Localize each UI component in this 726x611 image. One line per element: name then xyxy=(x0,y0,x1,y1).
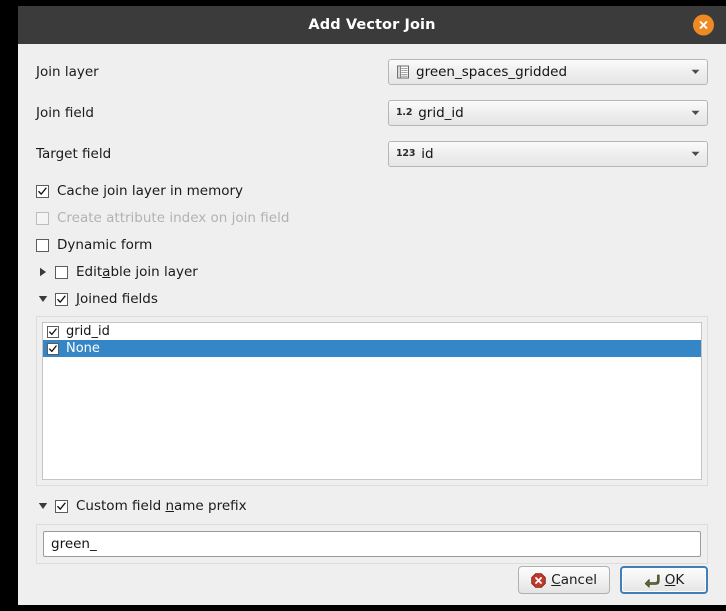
chevron-down-icon[interactable] xyxy=(683,101,707,125)
joined-fields-list[interactable]: grid_id None xyxy=(42,322,702,480)
join-field-label: Join field xyxy=(36,104,94,121)
ok-button[interactable]: OK xyxy=(620,566,708,594)
list-item-label: None xyxy=(66,341,100,356)
joined-fields-label: Joined fields xyxy=(76,291,158,307)
close-icon[interactable] xyxy=(693,14,714,36)
vector-layer-icon xyxy=(397,65,409,78)
add-vector-join-dialog: Add Vector Join Join layer green_spaces_… xyxy=(18,6,726,605)
joined-fields-panel: grid_id None xyxy=(36,316,708,486)
list-item-checkbox[interactable] xyxy=(47,342,59,355)
field-type-integer-icon: 123 xyxy=(396,147,416,159)
join-layer-label: Join layer xyxy=(36,63,99,80)
create-attribute-index-checkbox xyxy=(36,211,49,225)
dialog-button-bar: Cancel OK xyxy=(518,566,708,594)
join-layer-value: green_spaces_gridded xyxy=(416,63,568,80)
editable-join-layer-row: Editable join layer xyxy=(36,261,708,283)
target-field-value: id xyxy=(421,145,434,162)
cancel-button-label: Cancel xyxy=(551,572,597,588)
ok-button-label: OK xyxy=(664,572,685,588)
target-field-combobox[interactable]: 123 id xyxy=(388,140,708,167)
cancel-icon xyxy=(531,572,547,588)
list-item-checkbox[interactable] xyxy=(47,325,59,338)
custom-prefix-panel xyxy=(36,524,708,564)
target-field-label: Target field xyxy=(36,145,112,162)
cancel-button[interactable]: Cancel xyxy=(518,566,610,594)
target-field-row: Target field 123 id xyxy=(36,138,708,169)
join-layer-combobox[interactable]: green_spaces_gridded xyxy=(388,58,708,85)
editable-join-layer-checkbox[interactable] xyxy=(55,265,68,279)
custom-prefix-label: Custom field name prefix xyxy=(76,498,247,514)
expander-collapsed-icon[interactable] xyxy=(36,267,49,277)
joined-fields-checkbox[interactable] xyxy=(55,292,68,306)
create-attribute-index-label: Create attribute index on join field xyxy=(57,210,290,226)
cache-join-layer-row: Cache join layer in memory xyxy=(36,180,708,202)
chevron-down-icon[interactable] xyxy=(683,60,707,84)
dynamic-form-checkbox[interactable] xyxy=(36,238,49,252)
field-type-decimal-icon: 1.2 xyxy=(396,106,413,118)
join-field-combobox[interactable]: 1.2 grid_id xyxy=(388,99,708,126)
dynamic-form-label: Dynamic form xyxy=(57,237,153,253)
join-field-value: grid_id xyxy=(418,104,464,121)
list-item-label: grid_id xyxy=(66,324,110,339)
chevron-down-icon[interactable] xyxy=(683,142,707,166)
expander-expanded-icon[interactable] xyxy=(36,295,49,303)
dialog-title: Add Vector Join xyxy=(308,17,436,33)
ok-arrow-icon xyxy=(644,574,660,588)
list-item[interactable]: None xyxy=(43,340,701,357)
cache-join-layer-checkbox[interactable] xyxy=(36,184,49,198)
joined-fields-row: Joined fields xyxy=(36,288,708,310)
dialog-body: Join layer green_spaces_gridded Join fie… xyxy=(18,44,726,605)
list-item[interactable]: grid_id xyxy=(43,323,701,340)
custom-prefix-checkbox[interactable] xyxy=(55,499,68,513)
editable-join-layer-label: Editable join layer xyxy=(76,264,198,280)
custom-prefix-input[interactable] xyxy=(43,531,701,557)
cache-join-layer-label: Cache join layer in memory xyxy=(57,183,244,199)
join-layer-row: Join layer green_spaces_gridded xyxy=(36,56,708,87)
dynamic-form-row: Dynamic form xyxy=(36,234,708,256)
custom-prefix-row: Custom field name prefix xyxy=(36,495,708,517)
title-bar: Add Vector Join xyxy=(18,6,726,44)
expander-expanded-icon[interactable] xyxy=(36,502,49,510)
create-attribute-index-row: Create attribute index on join field xyxy=(36,207,708,229)
join-field-row: Join field 1.2 grid_id xyxy=(36,97,708,128)
